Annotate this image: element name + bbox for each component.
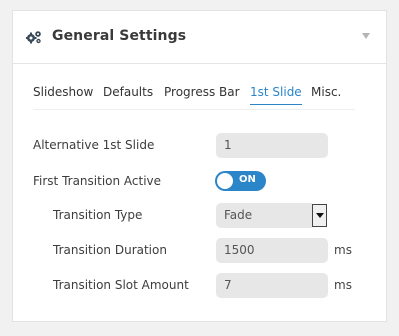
tab-divider [33, 109, 355, 110]
caret-down-icon[interactable] [362, 33, 370, 39]
transition-type-select[interactable]: Fade [216, 203, 312, 228]
general-settings-panel: General Settings Slideshow Defaults Prog… [12, 10, 387, 322]
panel-title: General Settings [52, 28, 187, 44]
alternative-first-slide-label: Alternative 1st Slide [33, 138, 155, 152]
transition-slot-amount-label: Transition Slot Amount [53, 278, 189, 292]
chevron-down-icon[interactable] [312, 204, 327, 227]
panel-header[interactable]: General Settings [13, 11, 386, 64]
first-transition-toggle[interactable]: ON [215, 171, 266, 191]
tab-slideshow[interactable]: Slideshow [33, 85, 93, 104]
tab-misc[interactable]: Misc. [311, 85, 341, 104]
tab-1st-slide[interactable]: 1st Slide [250, 85, 302, 105]
transition-duration-label: Transition Duration [53, 243, 167, 257]
transition-slot-amount-unit: ms [334, 278, 352, 292]
tab-progress-bar[interactable]: Progress Bar [164, 85, 240, 104]
transition-duration-input[interactable]: 1500 [216, 238, 328, 263]
transition-slot-amount-input[interactable]: 7 [216, 273, 328, 298]
first-transition-active-label: First Transition Active [33, 174, 162, 188]
alternative-first-slide-input[interactable]: 1 [216, 133, 328, 158]
gears-icon [26, 31, 41, 44]
transition-type-label: Transition Type [53, 208, 143, 222]
toggle-state-text: ON [239, 174, 256, 185]
transition-duration-unit: ms [334, 243, 352, 257]
toggle-knob [217, 173, 233, 189]
tab-defaults[interactable]: Defaults [103, 85, 153, 104]
